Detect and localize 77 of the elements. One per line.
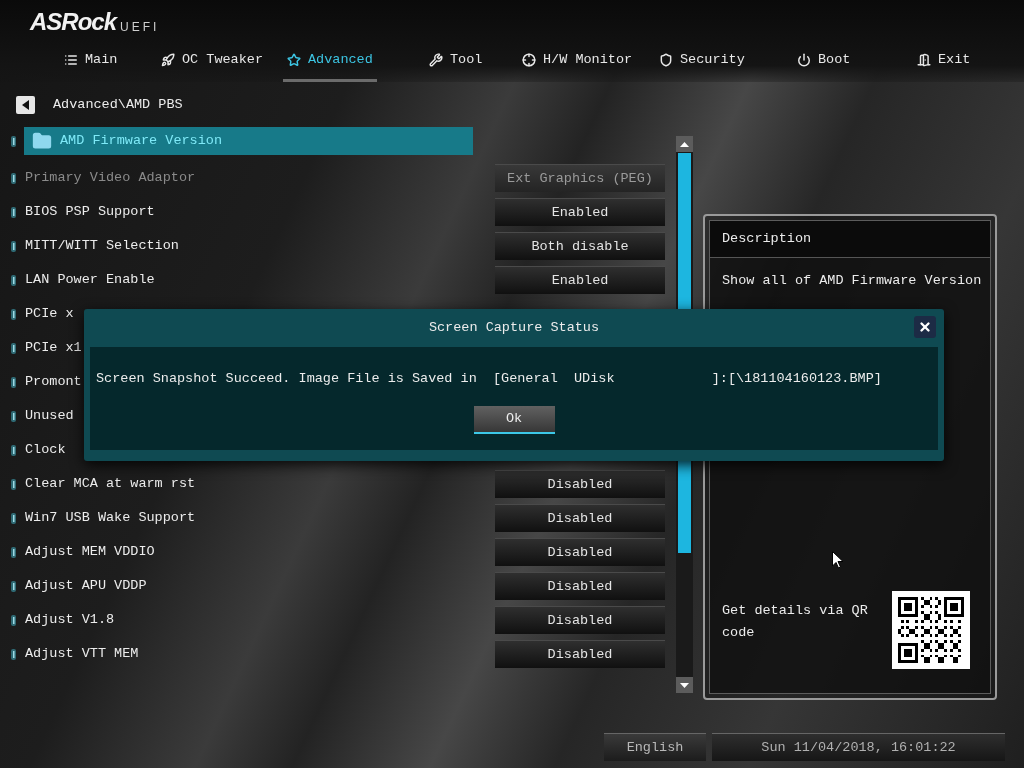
bullet-icon (11, 240, 16, 252)
settings-item[interactable]: AMD Firmware Version (24, 127, 473, 155)
caret-left-icon (22, 100, 29, 110)
mouse-pointer-icon (832, 551, 844, 569)
nav-tab[interactable]: OC Tweaker (157, 46, 267, 82)
option-value-button[interactable]: Enabled (495, 266, 665, 294)
option-value-button[interactable]: Disabled (495, 572, 665, 600)
language-button[interactable]: English (604, 733, 706, 761)
back-button[interactable] (16, 96, 35, 114)
list-icon (64, 53, 78, 67)
triangle-up-icon (680, 141, 689, 147)
settings-item[interactable]: Win7 USB Wake Support (24, 504, 196, 532)
scroll-up-button[interactable] (676, 136, 693, 152)
settings-item[interactable]: LAN Power Enable (24, 266, 155, 294)
description-title: Description (722, 230, 812, 248)
bullet-icon (11, 410, 16, 422)
bullet-icon (11, 444, 16, 456)
settings-item[interactable]: Clock (24, 436, 66, 464)
bullet-icon (11, 308, 16, 320)
option-value-button[interactable]: Both disable (495, 232, 665, 260)
power-icon (797, 53, 811, 67)
bullet-icon (11, 172, 16, 184)
ok-button[interactable]: Ok (473, 406, 555, 434)
option-value-button[interactable]: Enabled (495, 198, 665, 226)
settings-item[interactable]: PCIe x (24, 300, 74, 328)
description-text: Show all of AMD Firmware Version (721, 272, 983, 290)
nav-tab[interactable]: Tool (425, 46, 487, 82)
close-button[interactable] (914, 316, 936, 338)
bullet-icon (11, 274, 16, 286)
bullet-icon (11, 206, 16, 218)
bullet-icon (11, 512, 16, 524)
settings-item[interactable]: Clear MCA at warm rst (24, 470, 196, 498)
star-icon (287, 53, 301, 67)
triangle-down-icon (680, 682, 689, 688)
nav-tab[interactable]: H/W Monitor (518, 46, 637, 82)
crosshair-icon (522, 53, 536, 67)
folder-icon (32, 131, 52, 151)
settings-item[interactable]: Adjust APU VDDP (24, 572, 147, 600)
bullet-icon (11, 648, 16, 660)
uefi-label: UEFI (120, 20, 160, 34)
settings-item[interactable]: Unused (24, 402, 74, 430)
breadcrumb-path: Advanced\AMD PBS (53, 96, 183, 114)
settings-item[interactable]: Adjust VTT MEM (24, 640, 139, 668)
wrench-icon (429, 53, 443, 67)
settings-item[interactable]: PCIe x1 (24, 334, 82, 362)
option-value-button[interactable]: Disabled (495, 640, 665, 668)
bullet-icon (11, 614, 16, 626)
logo-wordmark: ASRock (30, 10, 117, 34)
close-icon (918, 320, 932, 334)
bullet-icon (11, 478, 16, 490)
settings-item[interactable]: Adjust MEM VDDIO (24, 538, 155, 566)
bullet-icon (11, 546, 16, 558)
bullet-icon (11, 580, 16, 592)
settings-item[interactable]: MITT/WITT Selection (24, 232, 179, 260)
rocket-icon (161, 53, 175, 67)
option-value-button[interactable]: Disabled (495, 538, 665, 566)
nav-tab[interactable]: Security (655, 46, 749, 82)
scroll-down-button[interactable] (676, 677, 693, 693)
bullet-icon (11, 342, 16, 354)
settings-item[interactable]: BIOS PSP Support (24, 198, 155, 226)
shield-icon (659, 53, 673, 67)
nav-tab[interactable]: Exit (913, 46, 975, 82)
nav-tab[interactable]: Boot (793, 46, 855, 82)
door-icon (917, 53, 931, 67)
settings-item[interactable]: Promont (24, 368, 82, 396)
option-value-button[interactable]: Disabled (495, 606, 665, 634)
date-time-display: Sun 11/04/2018, 16:01:22 (712, 733, 1005, 761)
bullet-icon (11, 376, 16, 388)
bullet-icon (11, 135, 16, 147)
nav-tab[interactable]: Advanced (283, 46, 377, 82)
option-value-button[interactable]: Disabled (495, 470, 665, 498)
option-value-button[interactable]: Disabled (495, 504, 665, 532)
qr-hint-text: Get details via QR code (722, 602, 869, 642)
dialog-title: Screen Capture Status (428, 319, 600, 337)
dialog-message: Screen Snapshot Succeed. Image File is Saved in [General UDisk ]:[\181104160123.BMP] (95, 370, 883, 388)
settings-item[interactable]: Adjust V1.8 (24, 606, 115, 634)
nav-tab[interactable]: Main (60, 46, 122, 82)
